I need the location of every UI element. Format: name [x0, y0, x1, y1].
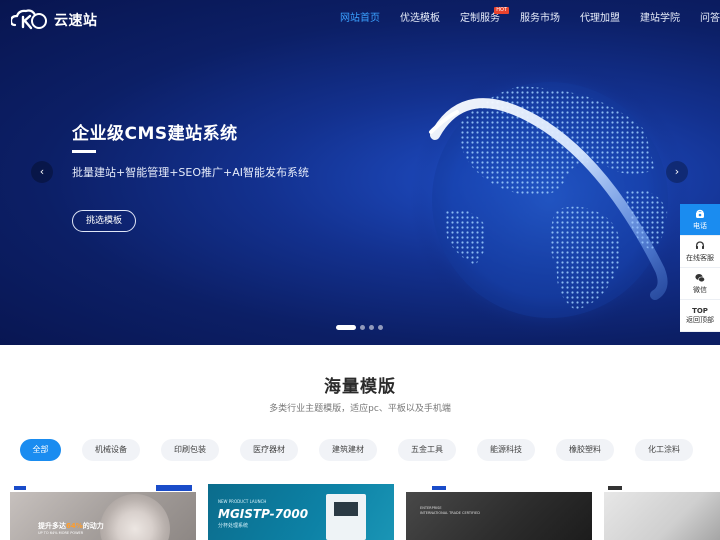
section-title: 海量模版: [324, 377, 396, 397]
template-desc: 分杯处理系统: [218, 523, 249, 529]
logo[interactable]: 云速站: [11, 9, 98, 31]
mini-button: [156, 485, 192, 491]
back-to-top-label: 返回顶部: [686, 315, 714, 324]
mini-nav: [406, 484, 592, 492]
filter-chemical[interactable]: 化工涂料: [635, 439, 693, 461]
back-to-top-button[interactable]: TOP 返回顶部: [680, 300, 720, 332]
template-tag: NEW PRODUCT LAUNCH: [218, 499, 267, 504]
hero-subtitle: 批量建站+智能管理+SEO推广+AI智能发布系统: [72, 166, 310, 179]
template-card-3[interactable]: ENTERPRISE INTERNATIONAL TRADE CERTIFIED: [406, 484, 592, 540]
filter-all[interactable]: 全部: [20, 439, 61, 461]
mini-logo: [14, 486, 26, 490]
nav-item-templates[interactable]: 优选模板: [390, 0, 450, 38]
nav-item-home[interactable]: 网站首页: [330, 0, 390, 38]
wechat-label: 微信: [693, 285, 707, 294]
category-filters: 全部 机械设备 印刷包装 医疗器材 建筑建材 五金工具 能源科技 橡胶塑料 化工…: [20, 439, 693, 461]
hero-banner: 企业级CMS建站系统 批量建站+智能管理+SEO推广+AI智能发布系统 挑选模板…: [0, 0, 720, 345]
main-nav: 网站首页 优选模板 定制服务 HOT 服务市场 代理加盟 建站学院 问答中心: [330, 0, 720, 38]
slide-dots: [336, 325, 383, 330]
slide-dot-1[interactable]: [336, 325, 356, 330]
template-card-2[interactable]: NEW PRODUCT LAUNCH MGISTP-7000 分杯处理系统: [208, 484, 394, 540]
product-image: [100, 494, 170, 540]
slide-dot-4[interactable]: [378, 325, 383, 330]
choose-template-button[interactable]: 挑选模板: [72, 210, 136, 232]
mini-logo: [432, 486, 446, 490]
chevron-right-icon[interactable]: ›: [666, 161, 688, 183]
machine-image: [326, 494, 366, 540]
phone-label: 电话: [693, 221, 707, 230]
filter-rubber[interactable]: 橡胶塑料: [556, 439, 614, 461]
slide-dot-3[interactable]: [369, 325, 374, 330]
template-card-1[interactable]: 提升多达64%的动力 UP TO 64% MORE POWER: [10, 484, 196, 540]
template-text: ENTERPRISE INTERNATIONAL TRADE CERTIFIED: [420, 506, 480, 515]
template-card-4[interactable]: [604, 484, 720, 540]
site-header: 云速站 网站首页 优选模板 定制服务 HOT 服务市场 代理加盟 建站学院 问答…: [0, 0, 720, 38]
hot-badge: HOT: [494, 7, 509, 14]
logo-text: 云速站: [54, 13, 98, 29]
template-headline: 提升多达64%的动力: [38, 522, 104, 530]
nav-item-qa[interactable]: 问答中心: [690, 0, 720, 38]
nav-item-market[interactable]: 服务市场: [510, 0, 570, 38]
filter-hardware[interactable]: 五金工具: [398, 439, 456, 461]
wechat-button[interactable]: 微信: [680, 268, 720, 300]
mini-nav: [10, 484, 196, 492]
template-thumbnails: 提升多达64%的动力 UP TO 64% MORE POWER NEW PROD…: [10, 484, 720, 540]
nav-item-custom-label: 定制服务: [460, 13, 500, 24]
filter-printing[interactable]: 印刷包装: [161, 439, 219, 461]
logo-icon: [11, 9, 47, 30]
globe-illustration: [410, 60, 690, 340]
phone-icon: [696, 209, 704, 218]
online-service-button[interactable]: 在线客服: [680, 236, 720, 268]
filter-medical[interactable]: 医疗器材: [240, 439, 298, 461]
slide-dot-2[interactable]: [360, 325, 365, 330]
float-bar: 电话 在线客服 微信 TOP 返回顶部: [680, 204, 720, 332]
hero-title: 企业级CMS建站系统: [72, 124, 238, 144]
template-tagline: UP TO 64% MORE POWER: [38, 531, 84, 535]
phone-button[interactable]: 电话: [680, 204, 720, 236]
nav-item-agent[interactable]: 代理加盟: [570, 0, 630, 38]
nav-item-custom[interactable]: 定制服务 HOT: [450, 0, 510, 38]
filter-machinery[interactable]: 机械设备: [82, 439, 140, 461]
filter-building[interactable]: 建筑建材: [319, 439, 377, 461]
nav-item-academy[interactable]: 建站学院: [630, 0, 690, 38]
page: 企业级CMS建站系统 批量建站+智能管理+SEO推广+AI智能发布系统 挑选模板…: [0, 0, 720, 540]
section-subtitle: 多类行业主题模版，适应pc、平板以及手机端: [269, 404, 451, 414]
mini-logo: [608, 486, 622, 490]
headset-icon: [695, 240, 705, 249]
top-icon: TOP: [692, 306, 708, 315]
online-service-label: 在线客服: [686, 253, 714, 262]
wechat-icon: [695, 273, 705, 282]
chevron-left-icon[interactable]: ‹: [31, 161, 53, 183]
template-model: MGISTP-7000: [218, 507, 309, 521]
filter-energy[interactable]: 能源科技: [477, 439, 535, 461]
hero-divider: [72, 150, 96, 153]
mini-nav: [604, 484, 720, 492]
